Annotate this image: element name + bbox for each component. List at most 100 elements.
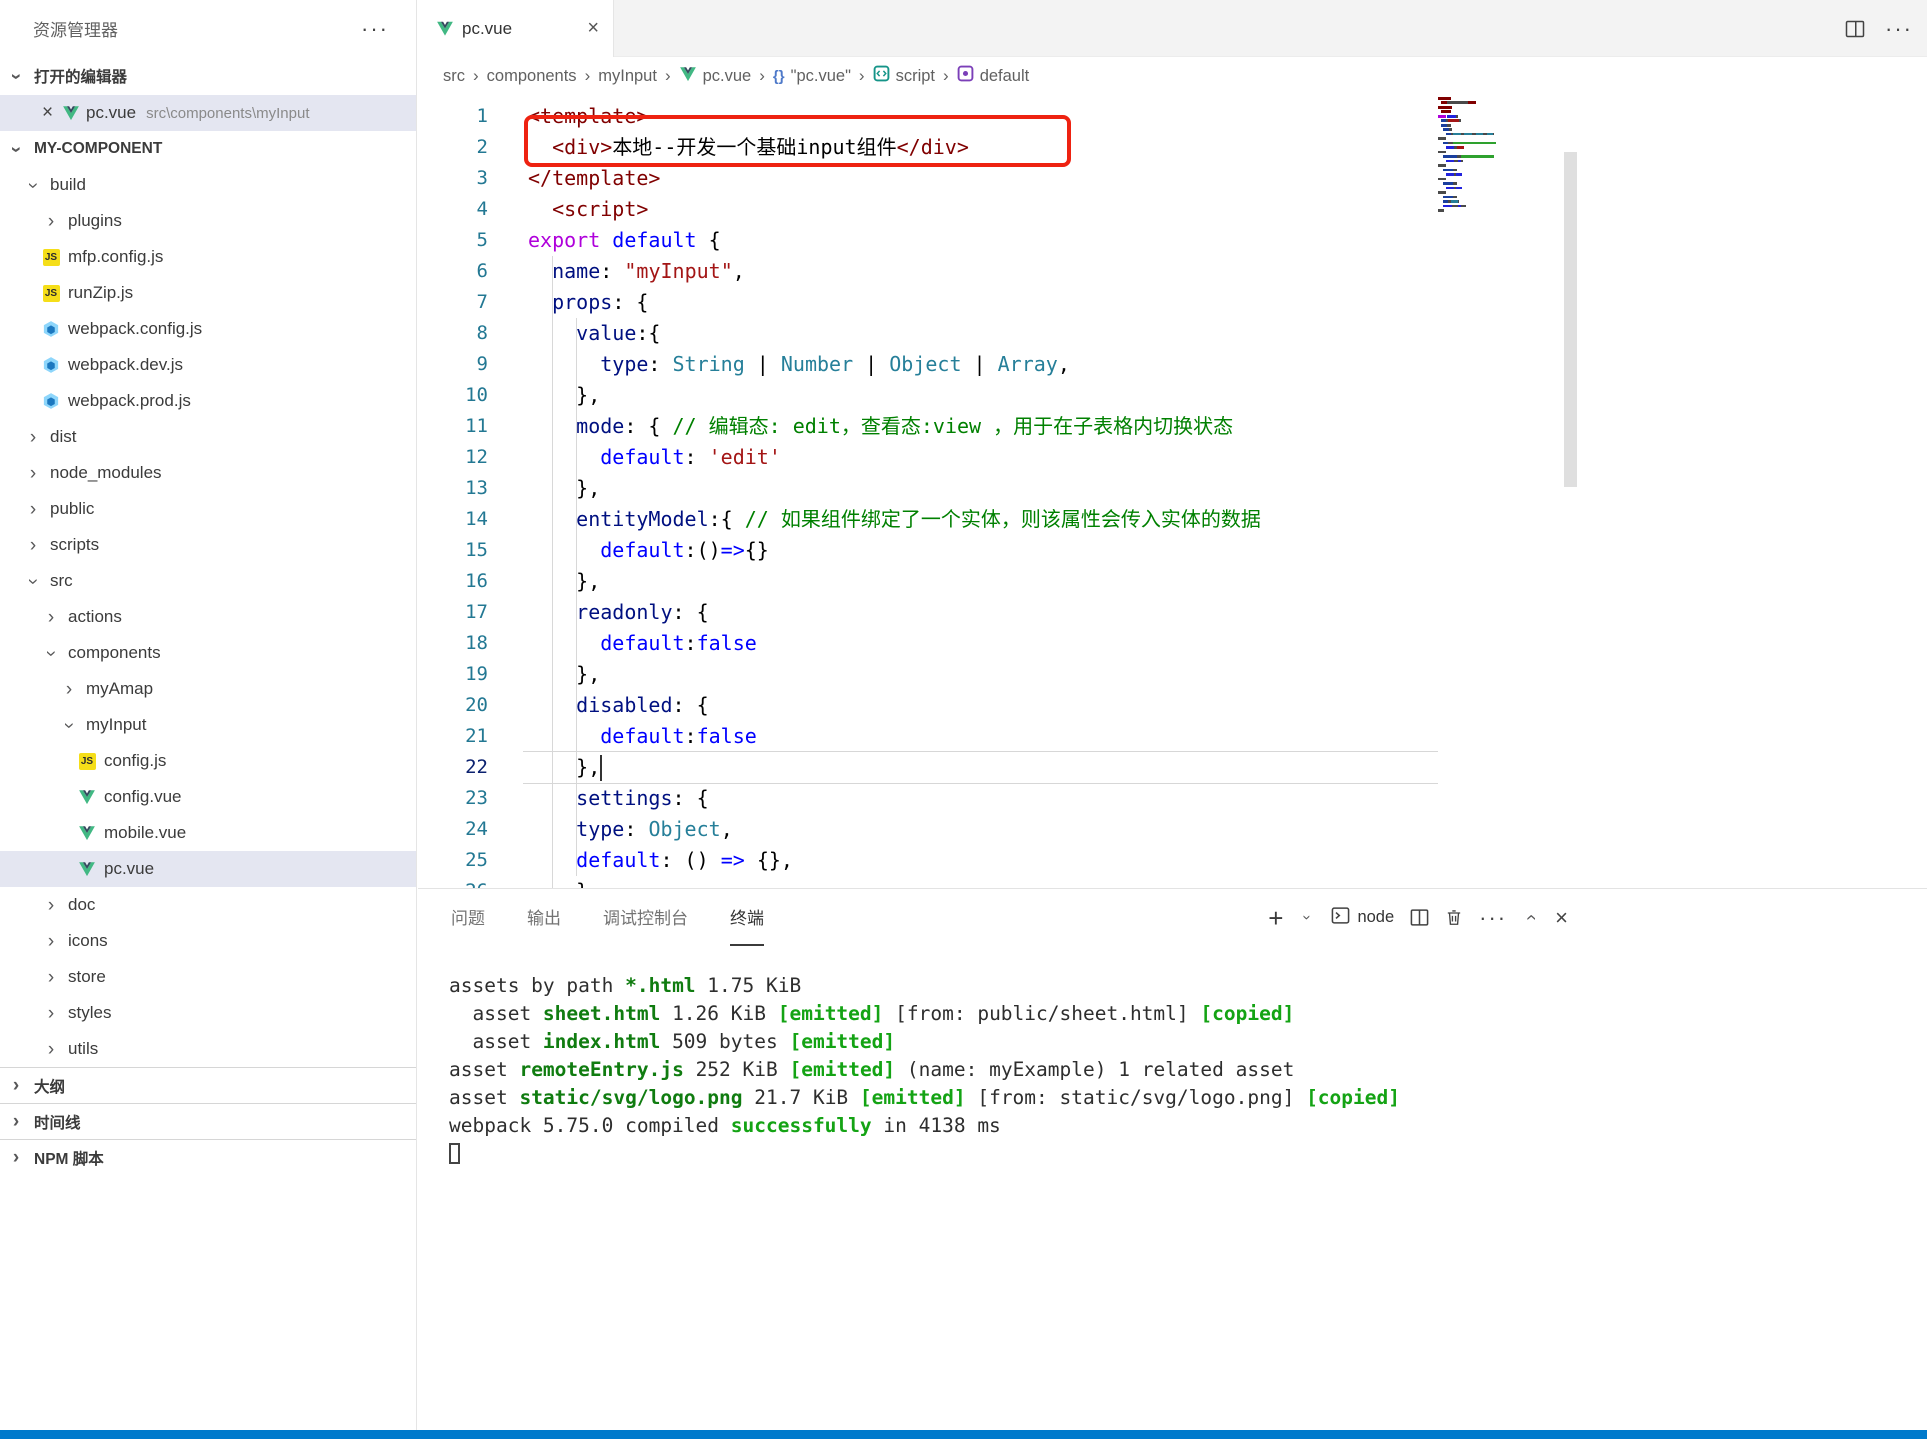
breadcrumb-item-pc.vue[interactable]: {}"pc.vue" [773,67,851,86]
tree-item-build[interactable]: ›build [0,167,416,203]
maximize-panel-icon[interactable]: › [1522,910,1541,926]
kill-terminal-icon[interactable] [1445,908,1463,927]
js-file-icon: JS [78,752,96,770]
terminal-profile[interactable]: node [1331,906,1394,930]
tree-item-label: pc.vue [104,859,154,879]
tree-item-doc[interactable]: ›doc [0,887,416,923]
code-line-17: 17 readonly: { [418,597,1927,628]
minimap[interactable] [1438,97,1562,214]
minimap-line [1438,133,1562,136]
breadcrumb-separator: › [585,66,591,86]
tree-item-icons[interactable]: ›icons [0,923,416,959]
tree-item-myInput[interactable]: ›myInput [0,707,416,743]
terminal-line: asset sheet.html 1.26 KiB [emitted] [fro… [449,1000,1927,1028]
chevron-right-icon: › [24,536,42,554]
js-file-icon: JS [42,284,60,302]
editor-scrollbar[interactable] [1564,152,1577,346]
annotation-red-box [524,115,1071,167]
terminal-output[interactable]: assets by path *.html 1.75 KiB asset she… [418,946,1927,1168]
code-line-12: 12 default: 'edit' [418,442,1927,473]
project-root-header[interactable]: › MY-COMPONENT [0,131,416,167]
vue-file-icon [78,860,96,878]
line-number: 16 [418,566,528,597]
tree-item-components[interactable]: ›components [0,635,416,671]
minimap-line [1438,106,1562,109]
code-line-9: 9 type: String | Number | Object | Array… [418,349,1927,380]
open-editor-pc-vue[interactable]: × pc.vue src\components\myInput [0,95,416,131]
code-text: entityModel:{ // 如果组件绑定了一个实体，则该属性会传入实体的数… [528,504,1261,535]
explorer-more-actions-icon[interactable]: ··· [361,16,389,42]
script-icon [873,65,890,87]
scrollbar-thumb[interactable] [1564,152,1577,487]
breadcrumb: src›components›myInput›pc.vue›{}"pc.vue"… [418,57,1927,95]
tree-item-public[interactable]: ›public [0,491,416,527]
chevron-right-icon: › [42,608,60,626]
breadcrumb-item-myInput[interactable]: myInput [598,67,657,86]
breadcrumb-item-default[interactable]: default [957,65,1030,87]
sidebar-section-outline[interactable]: ›大纲 [0,1067,416,1103]
tree-item-scripts[interactable]: ›scripts [0,527,416,563]
tree-item-webpack.config.js[interactable]: webpack.config.js [0,311,416,347]
panel-tab-2[interactable]: 调试控制台 [603,889,688,946]
tree-item-webpack.dev.js[interactable]: webpack.dev.js [0,347,416,383]
breadcrumb-item-components[interactable]: components [487,67,577,86]
tree-item-dist[interactable]: ›dist [0,419,416,455]
close-icon[interactable]: × [587,17,599,40]
tree-item-node_modules[interactable]: ›node_modules [0,455,416,491]
line-number: 25 [418,845,528,876]
close-panel-icon[interactable]: × [1555,905,1568,931]
sidebar-section-timeline[interactable]: ›时间线 [0,1103,416,1139]
tree-item-utils[interactable]: ›utils [0,1031,416,1067]
tree-item-mfp.config.js[interactable]: JSmfp.config.js [0,239,416,275]
line-number: 3 [418,163,528,194]
tree-item-actions[interactable]: ›actions [0,599,416,635]
section-label: NPM 脚本 [34,1147,104,1169]
tab-label: pc.vue [462,19,512,39]
code-text: default:false [528,721,757,752]
tree-item-plugins[interactable]: ›plugins [0,203,416,239]
breadcrumb-item-pc.vue[interactable]: pc.vue [679,65,752,88]
panel-tab-1[interactable]: 输出 [527,889,561,946]
split-editor-icon[interactable] [1845,19,1865,39]
tree-item-runZip.js[interactable]: JSrunZip.js [0,275,416,311]
tree-item-myAmap[interactable]: ›myAmap [0,671,416,707]
panel-tab-3[interactable]: 终端 [730,889,764,946]
code-text: }, [528,566,600,597]
close-icon[interactable]: × [42,102,62,124]
line-number: 20 [418,690,528,721]
tree-item-webpack.prod.js[interactable]: webpack.prod.js [0,383,416,419]
tree-item-styles[interactable]: ›styles [0,995,416,1031]
code-text: default: 'edit' [528,442,781,473]
terminal-profile-dropdown-icon[interactable]: › [1300,910,1315,926]
tree-item-config.vue[interactable]: config.vue [0,779,416,815]
split-terminal-icon[interactable] [1410,908,1429,927]
code-editor[interactable]: 1<template>2 <div>本地--开发一个基础input组件</div… [418,95,1927,888]
sidebar-section-npm-scripts[interactable]: ›NPM 脚本 [0,1139,416,1175]
line-number: 5 [418,225,528,256]
new-terminal-button[interactable]: + [1268,905,1283,931]
panel-more-actions-icon[interactable]: ··· [1479,905,1507,931]
line-number: 1 [418,101,528,132]
panel-tab-0[interactable]: 问题 [451,889,485,946]
tree-item-mobile.vue[interactable]: mobile.vue [0,815,416,851]
line-number: 14 [418,504,528,535]
text-cursor [600,755,602,781]
minimap-line [1438,209,1562,212]
tree-item-store[interactable]: ›store [0,959,416,995]
tree-item-src[interactable]: ›src [0,563,416,599]
tree-item-label: config.vue [104,787,182,807]
open-editors-header[interactable]: › 打开的编辑器 [0,57,416,95]
breadcrumb-item-script[interactable]: script [873,65,935,87]
terminal-line: assets by path *.html 1.75 KiB [449,972,1927,1000]
more-actions-icon[interactable]: ··· [1885,16,1913,42]
minimap-line [1438,160,1562,163]
tree-item-label: webpack.config.js [68,319,202,339]
code-text: } [528,876,588,888]
line-number: 23 [418,783,528,814]
tree-item-pc.vue[interactable]: pc.vue [0,851,416,887]
tree-item-config.js[interactable]: JSconfig.js [0,743,416,779]
tab-pc-vue[interactable]: pc.vue × [418,0,614,57]
breadcrumb-item-src[interactable]: src [443,67,465,86]
chevron-down-icon: › [60,716,78,734]
minimap-line [1438,146,1562,149]
